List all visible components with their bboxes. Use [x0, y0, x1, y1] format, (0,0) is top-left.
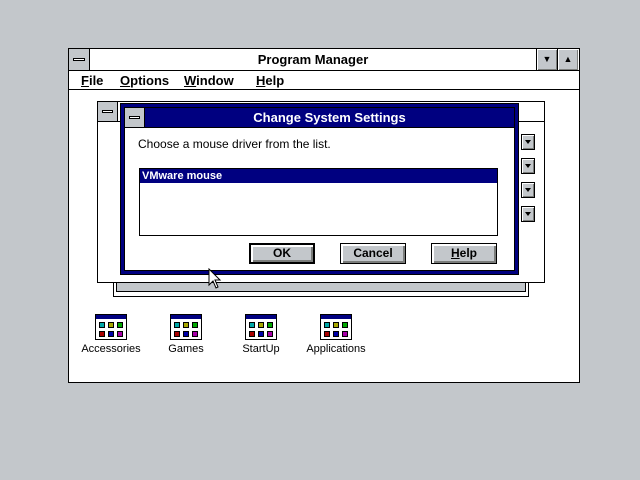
group-window-frame [113, 283, 529, 297]
system-menu-icon [102, 110, 113, 113]
menu-file[interactable]: File [81, 71, 103, 90]
icon-label: StartUp [242, 343, 280, 355]
program-group-applications[interactable]: Applications [296, 314, 376, 355]
list-item[interactable]: VMware mouse [140, 169, 497, 183]
cancel-button[interactable]: Cancel [340, 243, 406, 264]
program-group-icon [245, 314, 277, 340]
icon-label: Games [168, 343, 204, 355]
icon-label: Applications [306, 343, 366, 355]
dialog-title: Change System Settings [253, 110, 406, 125]
dialog-client: Change System Settings Choose a mouse dr… [124, 107, 515, 271]
program-manager-title-bar[interactable]: Program Manager ▼ ▲ [69, 49, 579, 71]
system-menu-icon [73, 58, 85, 61]
group-system-menu-button[interactable] [98, 102, 118, 121]
group-window-frame-inner [116, 283, 526, 292]
help-button[interactable]: Help [431, 243, 497, 264]
dialog-system-menu-button[interactable] [125, 108, 145, 127]
dialog-prompt: Choose a mouse driver from the list. [138, 137, 331, 151]
menu-options[interactable]: Options [120, 71, 169, 90]
program-group-games[interactable]: Games [146, 314, 226, 355]
window-title: Program Manager [257, 52, 369, 67]
mouse-pointer-icon [208, 268, 222, 289]
program-group-accessories[interactable]: Accessories [71, 314, 151, 355]
icon-label: Accessories [81, 343, 141, 355]
mouse-driver-list[interactable]: VMware mouse [139, 168, 498, 236]
ok-button[interactable]: OK [249, 243, 315, 264]
program-group-icon [95, 314, 127, 340]
program-group-icon [170, 314, 202, 340]
minimize-button[interactable]: ▼ [536, 49, 557, 70]
group-scroll-button[interactable] [521, 182, 535, 198]
menu-window[interactable]: Window [184, 71, 234, 90]
maximize-button[interactable]: ▲ [557, 49, 578, 70]
system-menu-icon [129, 116, 140, 119]
group-scroll-button[interactable] [521, 158, 535, 174]
dialog-title-bar[interactable]: Change System Settings [125, 108, 514, 128]
program-group-icon [320, 314, 352, 340]
system-menu-button[interactable] [69, 49, 90, 70]
change-system-settings-dialog: Change System Settings Choose a mouse dr… [120, 103, 519, 275]
menu-help[interactable]: Help [256, 71, 284, 90]
group-scroll-button[interactable] [521, 134, 535, 150]
menu-bar: File Options Window Help [69, 71, 579, 90]
desktop: Program Manager ▼ ▲ File Options Window … [0, 0, 640, 480]
program-group-startup[interactable]: StartUp [221, 314, 301, 355]
group-scroll-button[interactable] [521, 206, 535, 222]
